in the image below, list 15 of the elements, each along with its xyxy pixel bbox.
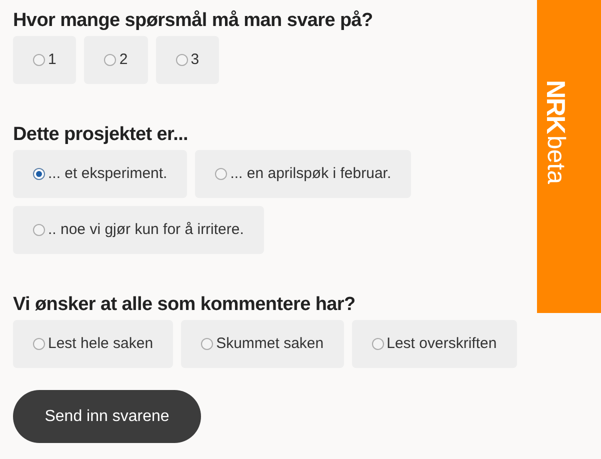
- radio-option[interactable]: 3: [156, 36, 220, 84]
- logo-suffix: beta: [544, 135, 568, 184]
- radio-option[interactable]: Lest hele saken: [13, 320, 174, 368]
- radio-option[interactable]: Skummet saken: [181, 320, 344, 368]
- submit-button[interactable]: Send inn svarene: [13, 390, 201, 443]
- question-title: Hvor mange spørsmål må man svare på?: [13, 9, 374, 33]
- question-title: Dette prosjektet er...: [13, 123, 190, 147]
- radio-option[interactable]: ... en aprilspøk i februar.: [195, 150, 412, 198]
- logo-brand: NRK: [543, 80, 569, 134]
- radio-option[interactable]: ... et eksperiment.: [13, 150, 188, 198]
- question-title: Vi ønsker at alle som kommentere har?: [13, 293, 356, 317]
- radio-option[interactable]: .. noe vi gjør kun for å irritere.: [13, 206, 264, 254]
- radio-option[interactable]: 1: [13, 36, 76, 84]
- radio-option[interactable]: 2: [84, 36, 148, 84]
- radio-option[interactable]: Lest overskriften: [352, 320, 517, 368]
